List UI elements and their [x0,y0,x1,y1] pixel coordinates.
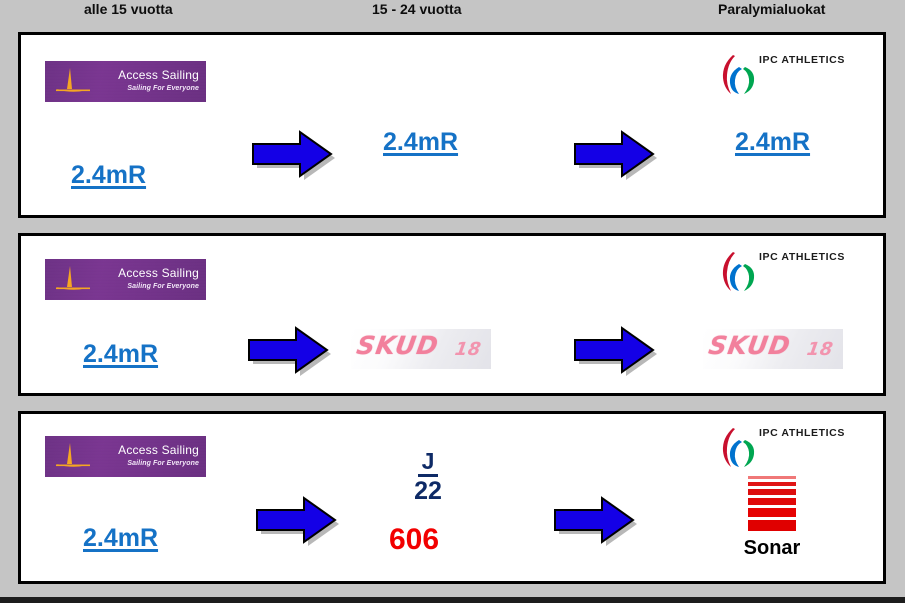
arrow-right-icon-5 [256,496,339,546]
row1-col2-class-label: 2.4mR [383,128,459,156]
arrow-right-icon-3 [248,326,331,376]
j22-number: 22 [414,477,442,505]
j22-logo: J 22 [391,450,465,504]
sonar-label: Sonar [743,537,801,559]
row1-col1-class-label: 2.4mR [71,161,147,189]
agitos-icon [722,252,755,291]
skud18-graphic-1: SKUD 18 [351,329,491,369]
agitos-icon [722,55,755,94]
class-606-label: 606 [389,523,440,556]
pathway-row-2: Access Sailing Sailing For Everyone 2.4m… [18,233,886,396]
skud-word: SKUD [706,331,793,360]
access-sailing-tagline: Sailing For Everyone [127,460,199,467]
sonar-bar [748,498,796,505]
arrow-right-icon-4 [574,326,657,376]
ipc-athletics-logo-3: IPC ATHLETICS [717,424,844,470]
sonar-bar [748,482,796,486]
sonar-bar [748,476,796,479]
sonar-bar [748,520,796,531]
column-headers: alle 15 vuotta 15 - 24 vuotta Paralymial… [0,0,905,28]
access-sailing-logo-2: Access Sailing Sailing For Everyone [45,259,206,300]
sailboat-icon [56,443,90,467]
skud-number: 18 [805,339,835,360]
sonar-bar [748,489,796,495]
arrow-right-icon-6 [554,496,637,546]
skud-word: SKUD [354,331,441,360]
row1-col3-class-label: 2.4mR [735,128,811,156]
access-sailing-brand: Access Sailing [118,266,199,280]
access-sailing-logo: Access Sailing Sailing For Everyone [45,61,206,102]
column-header-paralympic: Paralymialuokat [718,1,826,17]
column-header-15to24: 15 - 24 vuotta [372,1,462,17]
ipc-athletics-text: IPC ATHLETICS [759,251,845,263]
access-sailing-tagline: Sailing For Everyone [127,85,199,92]
arrow-right-icon-2 [574,130,657,180]
pathway-row-3: Access Sailing Sailing For Everyone 2.4m… [18,411,886,584]
access-sailing-tagline: Sailing For Everyone [127,283,199,290]
row3-col1-class-label: 2.4mR [83,524,159,552]
ipc-athletics-logo-2: IPC ATHLETICS [717,248,844,294]
access-sailing-brand: Access Sailing [118,443,199,457]
row2-col1-class-label: 2.4mR [83,340,159,368]
pathway-row-1: Access Sailing Sailing For Everyone 2.4m… [18,32,886,218]
column-header-under15: alle 15 vuotta [84,1,173,17]
ipc-athletics-text: IPC ATHLETICS [759,427,845,439]
bottom-edge-strip [0,597,905,603]
ipc-athletics-text: IPC ATHLETICS [759,54,845,66]
j22-letter: J [418,450,438,477]
sailboat-icon [56,68,90,92]
skud18-graphic-2: SKUD 18 [703,329,843,369]
access-sailing-logo-3: Access Sailing Sailing For Everyone [45,436,206,477]
agitos-icon [722,428,755,467]
sailboat-icon [56,266,90,290]
ipc-athletics-logo-1: IPC ATHLETICS [717,51,844,97]
sonar-bar [748,508,796,517]
arrow-right-icon-1 [252,130,335,180]
sonar-bars-icon [748,476,796,531]
skud-number: 18 [453,339,483,360]
access-sailing-brand: Access Sailing [118,68,199,82]
sonar-logo: Sonar [727,476,817,560]
